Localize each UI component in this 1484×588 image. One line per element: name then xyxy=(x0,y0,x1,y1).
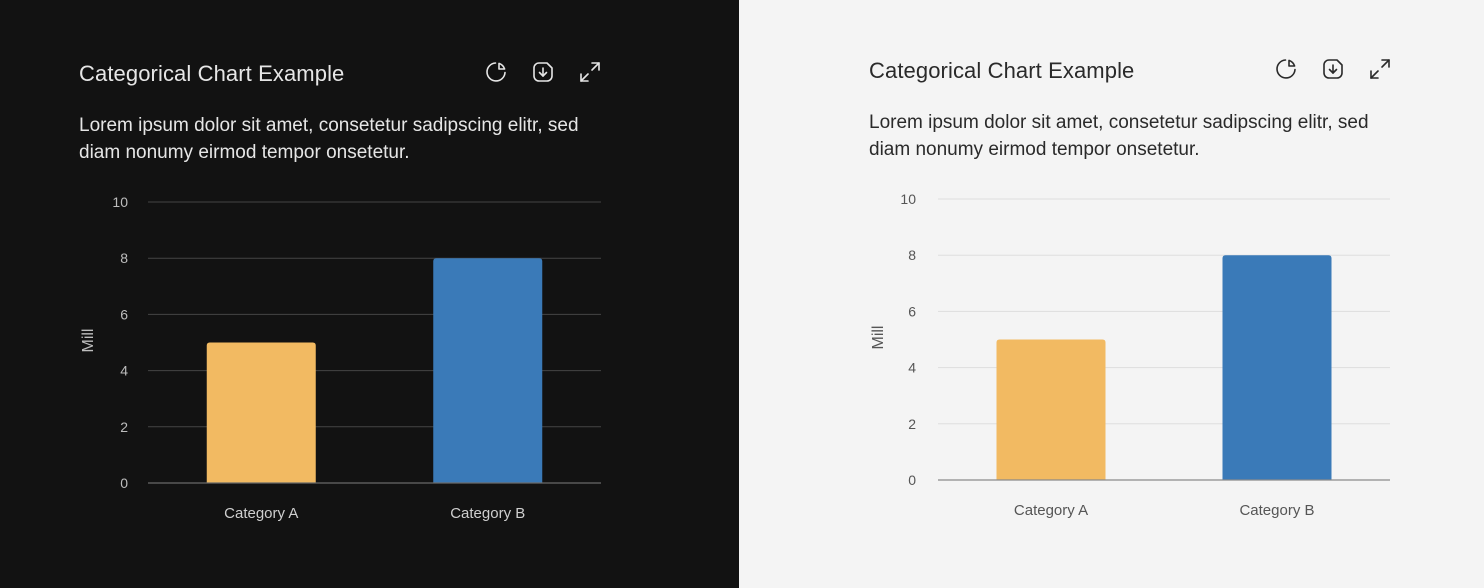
y-tick-label: 0 xyxy=(908,472,916,488)
y-tick-label: 2 xyxy=(120,419,128,435)
bar-category-a xyxy=(206,342,316,483)
y-tick-label: 2 xyxy=(908,416,916,432)
bar-category-b xyxy=(433,258,543,483)
dark-chart-card: Categorical Chart Example Lorem ipsum do… xyxy=(0,0,739,588)
y-tick-label: 10 xyxy=(900,191,916,207)
y-tick-label: 10 xyxy=(112,194,128,210)
y-tick-label: 8 xyxy=(908,247,916,263)
y-tick-label: 0 xyxy=(120,475,128,491)
bar-chart: 0 2 4 6 8 10 Category A Category B Mill xyxy=(870,191,1390,519)
bar-chart: 0 2 4 6 8 10 Category A Category B Mill xyxy=(80,194,601,522)
y-tick-label: 8 xyxy=(120,250,128,266)
y-tick-label: 6 xyxy=(908,303,916,319)
x-tick-label: Category B xyxy=(1239,502,1314,519)
x-tick-label: Category A xyxy=(224,505,298,522)
y-axis-label: Mill xyxy=(80,329,97,353)
bar-category-a xyxy=(996,339,1106,480)
y-tick-label: 6 xyxy=(120,306,128,322)
y-tick-label: 4 xyxy=(908,360,916,376)
x-tick-label: Category A xyxy=(1014,502,1088,519)
light-chart-card: Categorical Chart Example Lorem ipsum do… xyxy=(739,0,1484,588)
y-tick-label: 4 xyxy=(120,363,128,379)
y-axis-label: Mill xyxy=(870,326,887,350)
bar-category-b xyxy=(1222,255,1332,480)
x-tick-label: Category B xyxy=(450,505,525,522)
